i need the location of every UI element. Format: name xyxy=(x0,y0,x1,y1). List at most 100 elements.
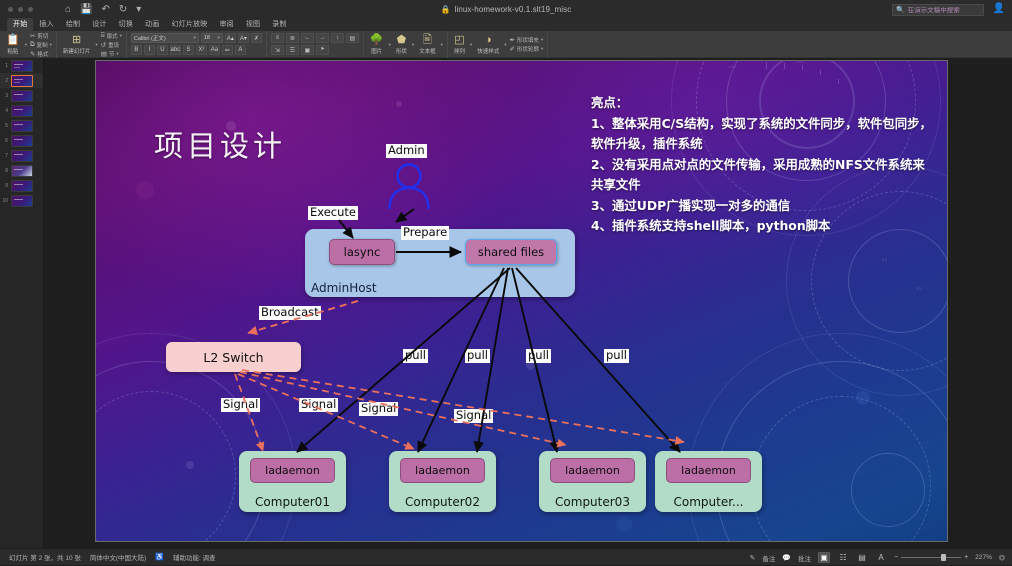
shape-outline-button[interactable]: ✐ 形状轮廓 ▾ xyxy=(509,45,543,53)
shape-fill-dropdown-icon[interactable]: ▾ xyxy=(541,37,543,43)
zoom-slider[interactable]: − + xyxy=(894,554,968,561)
redo-icon[interactable]: ↻ xyxy=(119,5,127,15)
tab-transitions[interactable]: 切换 xyxy=(113,18,139,31)
pull-label-4[interactable]: pull xyxy=(604,349,629,363)
arrange-dropdown-icon[interactable]: ▾ xyxy=(470,42,472,48)
broadcast-label[interactable]: Broadcast xyxy=(259,306,321,320)
copy-dropdown-icon[interactable]: ▾ xyxy=(50,42,52,48)
list-item[interactable]: 6 xyxy=(0,133,43,148)
tab-insert[interactable]: 插入 xyxy=(33,18,59,31)
increase-font-button[interactable]: A▴ xyxy=(225,33,236,43)
admin-person-icon[interactable] xyxy=(386,161,432,209)
ladaemon-box[interactable]: ladaemon xyxy=(550,458,635,483)
layout-button[interactable]: ⌸ 版式 ▾ xyxy=(101,32,122,40)
columns-button[interactable]: ▤ xyxy=(346,33,359,43)
shape-fill-button[interactable]: ✒ 形状填充 ▾ xyxy=(509,36,543,44)
section-button[interactable]: ▤ 节 ▾ xyxy=(101,50,122,58)
character-spacing-button[interactable]: X² xyxy=(196,45,207,55)
notes-button[interactable]: 备注 xyxy=(762,553,775,563)
copy-button[interactable]: ⧉ 复制 ▾ xyxy=(30,41,52,49)
search-box[interactable]: 🔍 xyxy=(892,4,984,16)
convert-smartart-button[interactable]: ▣ xyxy=(301,45,314,55)
language-status[interactable]: 简体中文(中国大陆) xyxy=(90,552,146,562)
close-dot[interactable] xyxy=(8,7,13,12)
tab-draw[interactable]: 绘制 xyxy=(60,18,86,31)
slide-thumbnail[interactable] xyxy=(11,165,33,177)
quick-style-dropdown-icon[interactable]: ▾ xyxy=(504,42,506,48)
slide-canvas[interactable]: 150 210 60 90 项目设计 亮点： 1、整体采用C/S结构，实现 xyxy=(95,60,948,542)
text-shadow-button[interactable]: abc xyxy=(170,45,181,55)
highlights-text-box[interactable]: 亮点： 1、整体采用C/S结构，实现了系统的文件同步，软件包同步，软件升级，插件… xyxy=(591,93,936,237)
computer-node-2[interactable]: ladaemon Computer02 xyxy=(389,451,496,512)
align-text-button[interactable]: ☰ xyxy=(286,45,299,55)
format-painter-button[interactable]: ✎ 格式 xyxy=(30,50,52,58)
cut-button[interactable]: ✂ 剪切 xyxy=(30,32,52,40)
signal-label-1[interactable]: Signal xyxy=(221,398,260,412)
strikethrough-button[interactable]: S xyxy=(183,45,194,55)
list-item[interactable]: 10 xyxy=(0,193,43,208)
tab-design[interactable]: 设计 xyxy=(86,18,112,31)
slide-thumbnail[interactable] xyxy=(11,180,33,192)
font-name-dropdown-icon[interactable]: ▾ xyxy=(194,35,196,41)
undo-icon[interactable]: ↶ xyxy=(102,5,110,15)
tab-slideshow[interactable]: 幻灯片放映 xyxy=(165,18,213,31)
section-dropdown-icon[interactable]: ▾ xyxy=(116,51,118,57)
comment-icon[interactable]: 💬 xyxy=(782,554,791,562)
signal-label-2[interactable]: Signal xyxy=(299,398,338,412)
ribbon[interactable]: 📋 粘贴 ▾ ✂ 剪切 ⧉ 复制 ▾ ✎ 格式 ⊞ 新建幻灯片 ▾ xyxy=(0,31,1012,58)
normal-view-button[interactable]: ▣ xyxy=(818,552,830,563)
slide-thumbnail[interactable] xyxy=(11,90,33,102)
slide-count-status[interactable]: 幻灯片 第 2 张，共 10 张 xyxy=(9,552,81,562)
paste-dropdown-icon[interactable]: ▾ xyxy=(25,42,27,48)
computer-node-3[interactable]: ladaemon Computer03 xyxy=(539,451,646,512)
list-item[interactable]: 5 xyxy=(0,118,43,133)
accessibility-icon[interactable]: ♿ xyxy=(155,553,164,561)
reading-view-button[interactable]: ▤ xyxy=(856,552,868,563)
arrange-button[interactable]: ◰ 排列 xyxy=(452,35,467,55)
list-item[interactable]: 4 xyxy=(0,103,43,118)
comments-button[interactable]: 批注 xyxy=(798,553,811,563)
list-item[interactable]: 1 xyxy=(0,58,43,73)
ladaemon-box[interactable]: ladaemon xyxy=(666,458,751,483)
pull-label-1[interactable]: pull xyxy=(403,349,428,363)
numbering-button[interactable]: ≣ xyxy=(286,33,299,43)
slide-thumbnail[interactable] xyxy=(11,105,33,117)
search-input[interactable] xyxy=(908,7,980,14)
prepare-label[interactable]: Prepare xyxy=(401,226,449,240)
list-item[interactable]: 9 xyxy=(0,178,43,193)
slide-thumbnail[interactable] xyxy=(11,60,33,72)
pull-label-3[interactable]: pull xyxy=(526,349,551,363)
ladaemon-box[interactable]: ladaemon xyxy=(250,458,335,483)
list-item[interactable]: 3 xyxy=(0,88,43,103)
new-slide-button[interactable]: ⊞ 新建幻灯片 xyxy=(61,35,93,55)
slide-editing-area[interactable]: 150 210 60 90 项目设计 亮点： 1、整体采用C/S结构，实现 xyxy=(44,58,1012,548)
clear-formatting-button[interactable]: ✗ xyxy=(251,33,262,43)
layout-dropdown-icon[interactable]: ▾ xyxy=(120,33,122,39)
accessibility-status[interactable]: 辅助功能: 调查 xyxy=(173,552,216,562)
change-case-button[interactable]: Aa xyxy=(209,45,220,55)
slide-thumbnail[interactable] xyxy=(11,195,33,207)
zoom-in-button[interactable]: + xyxy=(964,554,968,561)
shapes-button[interactable]: ⬟ 形状 xyxy=(394,35,409,55)
tab-record[interactable]: 录制 xyxy=(266,18,292,31)
tab-animations[interactable]: 动画 xyxy=(139,18,165,31)
ribbon-tab-strip[interactable]: 开始 插入 绘制 设计 切换 动画 幻灯片放映 审阅 视图 录制 xyxy=(0,19,1012,31)
new-slide-dropdown-icon[interactable]: ▾ xyxy=(95,42,97,48)
line-spacing-button[interactable]: ↕ xyxy=(331,33,344,43)
notes-icon[interactable]: ✎ xyxy=(749,554,755,562)
font-size-dropdown-icon[interactable]: ▾ xyxy=(218,35,220,41)
increase-indent-button[interactable]: → xyxy=(316,33,329,43)
home-icon[interactable]: ⌂ xyxy=(65,5,71,15)
computer-node-1[interactable]: ladaemon Computer01 xyxy=(239,451,346,512)
font-color-button[interactable]: A xyxy=(235,45,246,55)
slide-thumbnail[interactable] xyxy=(11,150,33,162)
slide-thumbnail[interactable] xyxy=(11,120,33,132)
paste-button[interactable]: 📋 粘贴 xyxy=(4,35,22,55)
align-left-button[interactable]: ⯈ xyxy=(316,45,329,55)
slide-sorter-button[interactable]: ☷ xyxy=(837,552,849,563)
slide-thumbnail-panel[interactable]: 1 2 3 4 5 6 7 8 9 10 xyxy=(0,58,44,548)
decrease-indent-button[interactable]: ← xyxy=(301,33,314,43)
italic-button[interactable]: I xyxy=(144,45,155,55)
slide-thumbnail[interactable] xyxy=(11,135,33,147)
page-title[interactable]: 项目设计 xyxy=(154,123,286,165)
